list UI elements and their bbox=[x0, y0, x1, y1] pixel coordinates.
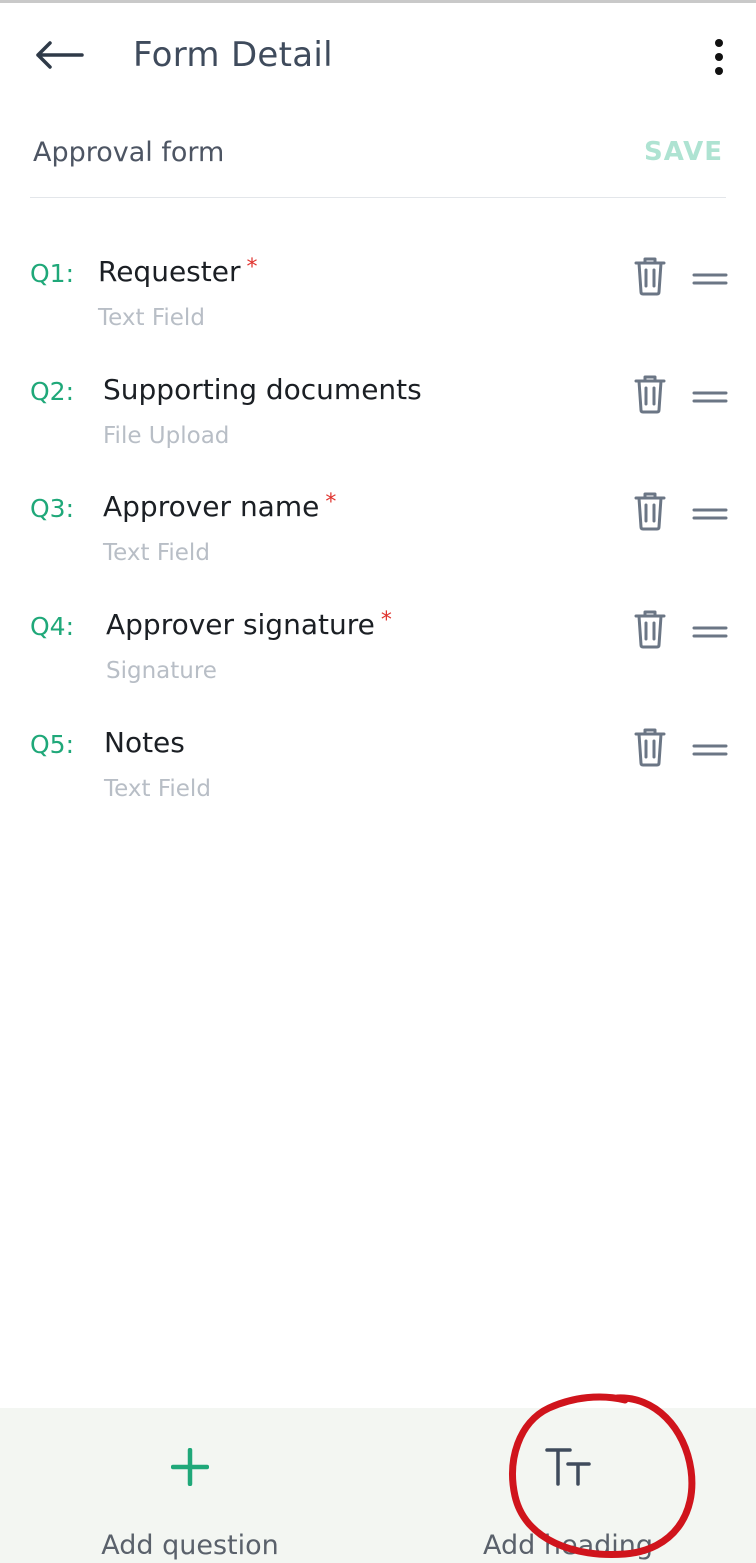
question-title: Notes bbox=[104, 726, 185, 759]
question-type: Signature bbox=[106, 658, 217, 684]
question-type: Text Field bbox=[98, 305, 205, 331]
question-number: Q1: bbox=[30, 259, 75, 288]
question-type: Text Field bbox=[103, 540, 210, 566]
add-heading-label: Add heading bbox=[482, 1530, 653, 1561]
delete-button[interactable] bbox=[632, 255, 668, 297]
add-question-button[interactable]: Add question bbox=[85, 1438, 295, 1561]
trash-icon bbox=[634, 375, 666, 414]
question-title: Supporting documents bbox=[103, 373, 422, 406]
save-button[interactable]: SAVE bbox=[644, 137, 723, 167]
question-row[interactable]: Q5: Notes Text Field bbox=[0, 714, 756, 814]
drag-handle-icon bbox=[692, 273, 728, 285]
question-type: File Upload bbox=[103, 423, 230, 449]
drag-handle[interactable] bbox=[692, 742, 728, 756]
delete-button[interactable] bbox=[632, 726, 668, 768]
divider bbox=[30, 197, 726, 198]
question-number: Q3: bbox=[30, 494, 75, 523]
drag-handle[interactable] bbox=[692, 389, 728, 403]
question-title: Approver signature * bbox=[106, 608, 392, 641]
bottom-action-bar: Add question Add heading bbox=[0, 1408, 756, 1563]
delete-button[interactable] bbox=[632, 490, 668, 532]
trash-icon bbox=[634, 492, 666, 531]
question-number: Q2: bbox=[30, 377, 75, 406]
trash-icon bbox=[634, 728, 666, 767]
question-number: Q4: bbox=[30, 612, 75, 641]
drag-handle[interactable] bbox=[692, 271, 728, 285]
plus-icon bbox=[171, 1448, 209, 1486]
form-name-row: Approval form SAVE bbox=[0, 125, 756, 195]
question-number: Q5: bbox=[30, 730, 75, 759]
trash-icon bbox=[634, 257, 666, 296]
drag-handle-icon bbox=[692, 508, 728, 520]
drag-handle-icon bbox=[692, 391, 728, 403]
question-title: Requester * bbox=[98, 255, 258, 288]
trash-icon bbox=[634, 610, 666, 649]
question-row[interactable]: Q4: Approver signature * Signature bbox=[0, 596, 756, 696]
question-row[interactable]: Q1: Requester * Text Field bbox=[0, 243, 756, 343]
question-title: Approver name * bbox=[103, 490, 337, 523]
add-question-label: Add question bbox=[101, 1530, 279, 1561]
question-row[interactable]: Q2: Supporting documents File Upload bbox=[0, 361, 756, 461]
delete-button[interactable] bbox=[632, 373, 668, 415]
required-marker: * bbox=[325, 490, 337, 515]
question-type: Text Field bbox=[104, 776, 211, 802]
drag-handle[interactable] bbox=[692, 624, 728, 638]
question-row[interactable]: Q3: Approver name * Text Field bbox=[0, 478, 756, 578]
app-bar: Form Detail bbox=[0, 3, 756, 103]
delete-button[interactable] bbox=[632, 608, 668, 650]
form-name-field[interactable]: Approval form bbox=[33, 137, 224, 168]
required-marker: * bbox=[246, 255, 258, 280]
required-marker: * bbox=[380, 608, 392, 633]
add-heading-button[interactable]: Add heading bbox=[468, 1438, 668, 1561]
page-title: Form Detail bbox=[133, 35, 333, 75]
arrow-left-icon bbox=[36, 41, 84, 69]
drag-handle-icon bbox=[692, 744, 728, 756]
back-button[interactable] bbox=[30, 35, 90, 75]
more-options-button[interactable] bbox=[702, 35, 736, 79]
more-vertical-icon bbox=[715, 39, 723, 75]
drag-handle[interactable] bbox=[692, 506, 728, 520]
drag-handle-icon bbox=[692, 626, 728, 638]
text-size-icon bbox=[545, 1448, 591, 1486]
